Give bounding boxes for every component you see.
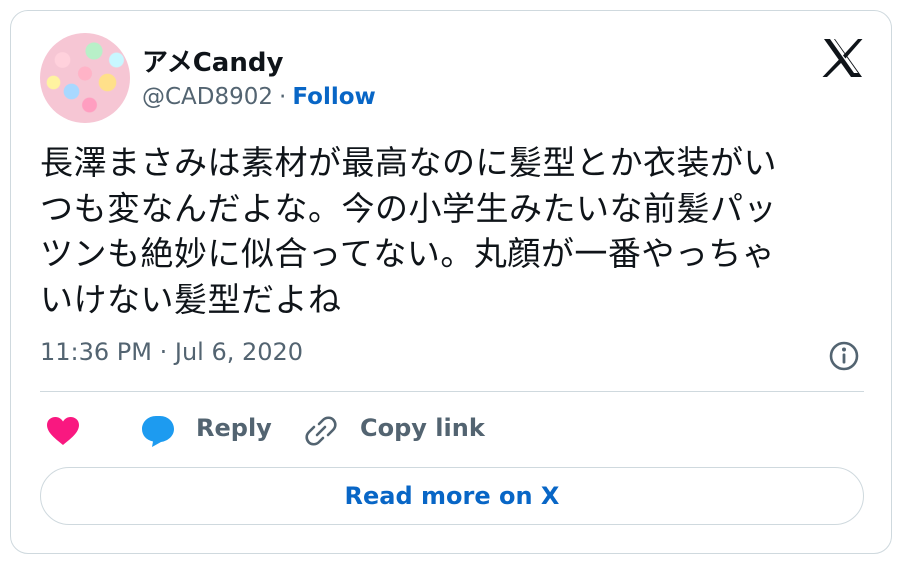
- handle-row: @CAD8902 · Follow: [142, 84, 376, 110]
- copy-link-label: Copy link: [360, 414, 485, 442]
- tweet-text-line: いけない髪型だよね: [40, 279, 342, 319]
- tweet-text-line: つも変なんだよな。今の小学生みたいな前髪パッ: [40, 188, 777, 228]
- divider: [40, 391, 864, 392]
- link-icon: [304, 414, 338, 448]
- user-handle[interactable]: @CAD8902: [142, 84, 273, 110]
- avatar[interactable]: [40, 33, 130, 123]
- display-name[interactable]: アメCandy: [142, 42, 283, 79]
- reply-label: Reply: [196, 414, 272, 442]
- follow-button[interactable]: Follow: [292, 84, 375, 110]
- info-icon[interactable]: [828, 340, 860, 372]
- x-logo-icon[interactable]: [822, 38, 864, 78]
- tweet-text-line: 長澤まさみは素材が最高なのに髪型とか衣装がい: [40, 143, 777, 182]
- tweet-text-line: ツンも絶妙に似合ってない。丸顔が一番やっちゃ: [40, 234, 776, 273]
- read-more-button[interactable]: Read more on X: [40, 467, 864, 525]
- heart-icon[interactable]: [46, 416, 80, 446]
- separator: ·: [279, 84, 287, 110]
- tweet-text: 長澤まさみは素材が最高なのに髪型とか衣装がい つも変なんだよな。今の小学生みたい…: [40, 140, 870, 322]
- timestamp[interactable]: 11:36 PM · Jul 6, 2020: [40, 338, 303, 366]
- speech-bubble-icon: [140, 414, 176, 448]
